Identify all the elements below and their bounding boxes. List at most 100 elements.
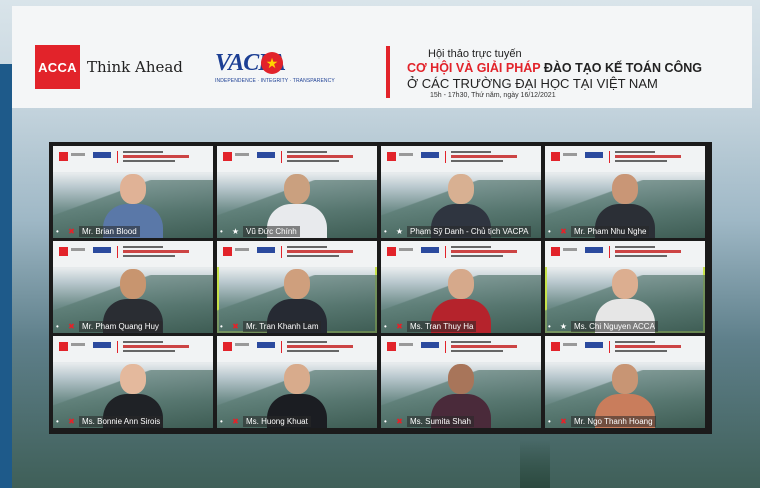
acca-logo: ACCA bbox=[35, 45, 80, 89]
pin-icon[interactable]: • bbox=[220, 227, 228, 236]
mic-muted-icon: ✖ bbox=[68, 226, 75, 236]
tile-text-line bbox=[287, 151, 327, 153]
participant-name: Phạm Sỹ Danh - Chủ tịch VACPA bbox=[407, 225, 532, 237]
tile-slogan bbox=[563, 343, 577, 346]
tile-slogan bbox=[235, 248, 249, 251]
participant-label: • ✖ Ms. Tran Thuy Ha bbox=[381, 319, 541, 333]
tile-vacpa-logo bbox=[585, 342, 603, 348]
mic-muted-icon: ✖ bbox=[232, 416, 239, 426]
video-tile[interactable]: • ✖ Mr. Brian Blood bbox=[53, 146, 213, 238]
tile-slogan bbox=[563, 248, 577, 251]
tile-text-line bbox=[615, 151, 655, 153]
video-tile[interactable]: • ✖ Ms. Sumita Shah bbox=[381, 336, 541, 428]
tile-backdrop-banner bbox=[217, 241, 377, 267]
tile-text-line bbox=[287, 350, 339, 352]
tile-vacpa-logo bbox=[257, 342, 275, 348]
mic-muted-icon: ✖ bbox=[560, 226, 567, 236]
tile-acca-logo bbox=[59, 342, 68, 351]
video-tile[interactable]: • ✖ Ms. Tran Thuy Ha bbox=[381, 241, 541, 333]
tile-vacpa-logo bbox=[257, 152, 275, 158]
tile-backdrop-banner bbox=[217, 146, 377, 172]
tile-divider bbox=[117, 341, 118, 353]
tile-text-line bbox=[451, 151, 491, 153]
participant-label: • ✖ Ms. Bonnie Ann Sirois bbox=[53, 414, 213, 428]
video-tile[interactable]: • ✖ Mr. Pham Quang Huy bbox=[53, 241, 213, 333]
mic-muted-icon: ✖ bbox=[396, 321, 403, 331]
video-tile[interactable]: • ✖ Ms. Bonnie Ann Sirois bbox=[53, 336, 213, 428]
participant-head bbox=[612, 269, 638, 299]
tile-acca-logo bbox=[59, 152, 68, 161]
video-tile[interactable]: • ✖ Mr. Ngo Thanh Hoang bbox=[545, 336, 705, 428]
tile-vacpa-logo bbox=[421, 247, 439, 253]
participant-head bbox=[120, 364, 146, 394]
tile-vacpa-logo bbox=[93, 152, 111, 158]
tile-text-line bbox=[123, 345, 189, 348]
video-tile[interactable]: • ★ Vũ Đức Chính bbox=[217, 146, 377, 238]
tile-text-line bbox=[451, 341, 491, 343]
video-tile[interactable]: • ✖ Mr. Pham Nhu Nghe bbox=[545, 146, 705, 238]
tile-backdrop-banner bbox=[53, 146, 213, 172]
tile-text-line bbox=[123, 255, 175, 257]
tile-text-line bbox=[287, 160, 339, 162]
tile-text-line bbox=[451, 350, 503, 352]
tile-acca-logo bbox=[551, 342, 560, 351]
tile-backdrop-banner bbox=[53, 336, 213, 362]
tile-slogan bbox=[235, 343, 249, 346]
pin-icon[interactable]: • bbox=[548, 322, 556, 331]
tile-slogan bbox=[399, 153, 413, 156]
tile-backdrop-banner bbox=[217, 336, 377, 362]
participant-name: Mr. Tran Khanh Lam bbox=[243, 320, 322, 332]
think-ahead-slogan: Think Ahead bbox=[87, 58, 183, 76]
tile-text-line bbox=[615, 341, 655, 343]
participant-name: Ms. Huong Khuat bbox=[243, 415, 311, 427]
pin-icon[interactable]: • bbox=[220, 417, 228, 426]
banner-divider bbox=[386, 46, 390, 98]
mic-muted-icon: ✖ bbox=[68, 321, 75, 331]
tile-divider bbox=[445, 246, 446, 258]
mic-icon: ★ bbox=[395, 226, 404, 236]
pin-icon[interactable]: • bbox=[220, 322, 228, 331]
tile-text-line bbox=[123, 151, 163, 153]
tile-slogan bbox=[71, 248, 85, 251]
participant-head bbox=[448, 269, 474, 299]
tile-backdrop-banner bbox=[545, 146, 705, 172]
tile-acca-logo bbox=[551, 247, 560, 256]
tile-text-line bbox=[123, 250, 189, 253]
video-tile[interactable]: • ✖ Ms. Huong Khuat bbox=[217, 336, 377, 428]
participant-name: Mr. Pham Nhu Nghe bbox=[571, 225, 650, 237]
tile-text-line bbox=[615, 255, 667, 257]
tile-text-line bbox=[451, 246, 491, 248]
mic-icon: ★ bbox=[231, 226, 240, 236]
tile-text-line bbox=[451, 250, 517, 253]
pin-icon[interactable]: • bbox=[56, 227, 64, 236]
video-tile[interactable]: • ✖ Mr. Tran Khanh Lam bbox=[217, 241, 377, 333]
tile-divider bbox=[445, 151, 446, 163]
pin-icon[interactable]: • bbox=[56, 322, 64, 331]
tile-text-line bbox=[615, 160, 667, 162]
participant-name: Ms. Tran Thuy Ha bbox=[407, 320, 477, 332]
tile-vacpa-logo bbox=[257, 247, 275, 253]
participant-name: Mr. Brian Blood bbox=[79, 225, 140, 237]
participant-label: • ✖ Mr. Pham Nhu Nghe bbox=[545, 224, 705, 238]
participant-head bbox=[120, 269, 146, 299]
participant-label: • ✖ Mr. Tran Khanh Lam bbox=[217, 319, 377, 333]
participant-name: Mr. Ngo Thanh Hoang bbox=[571, 415, 656, 427]
pin-icon[interactable]: • bbox=[548, 227, 556, 236]
tile-divider bbox=[117, 246, 118, 258]
pin-icon[interactable]: • bbox=[384, 322, 392, 331]
video-tile[interactable]: • ★ Phạm Sỹ Danh - Chủ tịch VACPA bbox=[381, 146, 541, 238]
pin-icon[interactable]: • bbox=[56, 417, 64, 426]
participant-label: • ★ Phạm Sỹ Danh - Chủ tịch VACPA bbox=[381, 224, 541, 238]
pin-icon[interactable]: • bbox=[548, 417, 556, 426]
participant-name: Ms. Chi Nguyen ACCA bbox=[571, 320, 658, 332]
pin-icon[interactable]: • bbox=[384, 227, 392, 236]
pin-icon[interactable]: • bbox=[384, 417, 392, 426]
tile-text-line bbox=[287, 341, 327, 343]
tile-text-line bbox=[123, 155, 189, 158]
participant-head bbox=[448, 174, 474, 204]
tile-backdrop-banner bbox=[53, 241, 213, 267]
event-subtitle: Hội thảo trực tuyến bbox=[428, 48, 522, 60]
video-tile[interactable]: • ★ Ms. Chi Nguyen ACCA bbox=[545, 241, 705, 333]
event-title-line2: Ở CÁC TRƯỜNG ĐẠI HỌC TẠI VIỆT NAM bbox=[407, 76, 658, 91]
event-title-black: ĐÀO TẠO KẾ TOÁN CÔNG bbox=[540, 61, 702, 75]
